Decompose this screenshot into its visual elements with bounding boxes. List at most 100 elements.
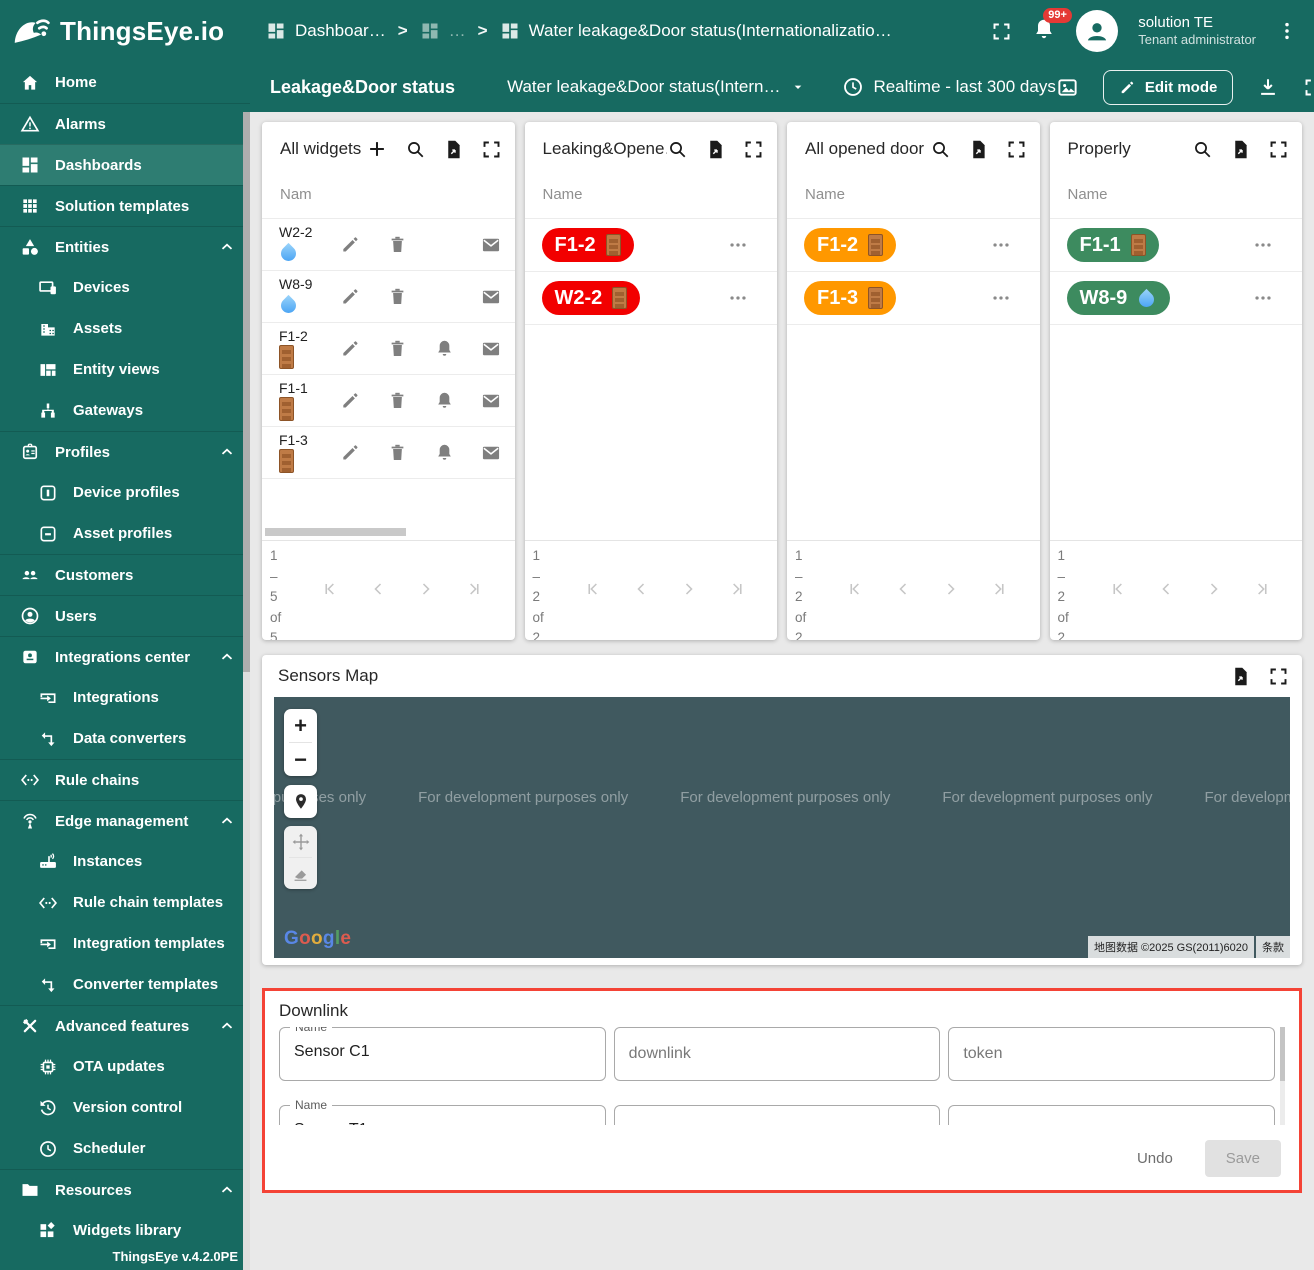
notifications-button[interactable]: 99+	[1032, 17, 1056, 46]
name-field[interactable]: Name Sensor C1	[279, 1027, 606, 1081]
map-canvas[interactable]: For development purposes onlyFor develop…	[274, 697, 1290, 958]
entity-pill[interactable]: W2-2	[542, 281, 641, 315]
entity-pill[interactable]: F1-3	[804, 281, 896, 315]
sidebar-item-devices[interactable]: Devices	[0, 267, 250, 308]
fullscreen-icon[interactable]	[1268, 139, 1289, 160]
sidebar-item-integrations-center[interactable]: Integrations center	[0, 636, 250, 677]
app-logo[interactable]: ThingsEye.io	[0, 14, 248, 48]
row-menu-icon[interactable]	[1252, 234, 1274, 256]
export-icon[interactable]	[1230, 666, 1251, 687]
user-info[interactable]: solution TE Tenant administrator	[1138, 13, 1256, 49]
save-button[interactable]: Save	[1205, 1140, 1281, 1177]
search-icon[interactable]	[405, 138, 426, 160]
kebab-menu-icon[interactable]	[1276, 20, 1298, 42]
search-icon[interactable]	[930, 139, 951, 160]
entity-pill[interactable]: F1-1	[1067, 228, 1159, 262]
fullscreen-icon[interactable]	[1268, 666, 1289, 687]
edit-icon[interactable]	[340, 442, 361, 464]
name-field-2[interactable]: Name Sensor T1	[279, 1105, 606, 1125]
sidebar-item-alarms[interactable]: Alarms	[0, 103, 250, 144]
sidebar-item-users[interactable]: Users	[0, 595, 250, 636]
last-page-button[interactable]	[727, 579, 747, 599]
sidebar-item-customers[interactable]: Customers	[0, 554, 250, 595]
sidebar-item-scheduler[interactable]: Scheduler	[0, 1128, 250, 1169]
sidebar-item-solution-templates[interactable]: Solution templates	[0, 185, 250, 226]
bell-icon[interactable]	[434, 390, 455, 412]
image-icon[interactable]	[1056, 76, 1079, 99]
sidebar-item-ota-updates[interactable]: OTA updates	[0, 1046, 250, 1087]
breadcrumb-item-0[interactable]: Dashboar…	[266, 21, 386, 41]
sidebar-item-edge-management[interactable]: Edge management	[0, 800, 250, 841]
search-icon[interactable]	[667, 139, 688, 160]
delete-icon[interactable]	[387, 234, 408, 256]
toolbar-fullscreen-icon[interactable]	[1303, 77, 1314, 98]
edit-icon[interactable]	[340, 338, 361, 360]
sidebar-item-rule-chains[interactable]: Rule chains	[0, 759, 250, 800]
first-page-button[interactable]	[1108, 579, 1128, 599]
entity-pill[interactable]: F1-2	[542, 228, 634, 262]
dashboard-select[interactable]: Water leakage&Door status(Intern…	[507, 77, 806, 97]
email-icon[interactable]	[480, 286, 502, 308]
edit-icon[interactable]	[340, 390, 361, 412]
downlink-widget[interactable]: Downlink Name Sensor C1 downlink token N…	[262, 988, 1302, 1193]
sidebar-item-assets[interactable]: Assets	[0, 308, 250, 349]
export-icon[interactable]	[705, 139, 726, 160]
sidebar-item-widgets-library[interactable]: Widgets library	[0, 1210, 250, 1251]
delete-icon[interactable]	[387, 286, 408, 308]
edit-icon[interactable]	[340, 234, 361, 256]
delete-icon[interactable]	[387, 442, 408, 464]
next-page-button[interactable]	[941, 579, 961, 599]
last-page-button[interactable]	[989, 579, 1009, 599]
sidebar-item-device-profiles[interactable]: Device profiles	[0, 472, 250, 513]
zoom-in-button[interactable]: +	[284, 709, 317, 742]
row-menu-icon[interactable]	[990, 287, 1012, 309]
add-marker-button[interactable]	[284, 785, 317, 818]
previous-page-button[interactable]	[893, 579, 913, 599]
sidebar-item-version-control[interactable]: Version control	[0, 1087, 250, 1128]
downlink-field[interactable]: downlink	[614, 1027, 941, 1081]
sidebar-item-integration-templates[interactable]: Integration templates	[0, 923, 250, 964]
row-menu-icon[interactable]	[727, 287, 749, 309]
email-icon[interactable]	[480, 234, 502, 256]
search-icon[interactable]	[1192, 139, 1213, 160]
last-page-button[interactable]	[464, 579, 484, 599]
sidebar-scrollbar[interactable]	[243, 112, 250, 1270]
previous-page-button[interactable]	[631, 579, 651, 599]
sidebar-item-converter-templates[interactable]: Converter templates	[0, 964, 250, 1005]
next-page-button[interactable]	[679, 579, 699, 599]
sidebar-item-integrations[interactable]: Integrations	[0, 677, 250, 718]
export-icon[interactable]	[1230, 139, 1251, 160]
move-tool-button[interactable]	[284, 826, 317, 857]
first-page-button[interactable]	[845, 579, 865, 599]
breadcrumb-item-1[interactable]: …	[420, 21, 466, 41]
bell-icon[interactable]	[434, 338, 455, 360]
zoom-out-button[interactable]: −	[284, 743, 317, 776]
row-menu-icon[interactable]	[1252, 287, 1274, 309]
add-icon[interactable]	[366, 138, 388, 160]
fullscreen-icon[interactable]	[743, 139, 764, 160]
downlink-field-2[interactable]	[614, 1105, 941, 1125]
edit-icon[interactable]	[340, 286, 361, 308]
sidebar-item-instances[interactable]: Instances	[0, 841, 250, 882]
avatar[interactable]	[1076, 10, 1118, 52]
previous-page-button[interactable]	[1156, 579, 1176, 599]
header-fullscreen-icon[interactable]	[991, 21, 1012, 42]
email-icon[interactable]	[480, 390, 502, 412]
sidebar-item-profiles[interactable]: Profiles	[0, 431, 250, 472]
bell-icon[interactable]	[434, 442, 455, 464]
sidebar-item-rule-chain-templates[interactable]: Rule chain templates	[0, 882, 250, 923]
horizontal-scrollbar[interactable]	[265, 528, 406, 536]
token-field[interactable]: token	[948, 1027, 1275, 1081]
sidebar-item-entities[interactable]: Entities	[0, 226, 250, 267]
next-page-button[interactable]	[416, 579, 436, 599]
sidebar-item-resources[interactable]: Resources	[0, 1169, 250, 1210]
sidebar-item-dashboards[interactable]: Dashboards	[0, 144, 250, 185]
first-page-button[interactable]	[583, 579, 603, 599]
entity-pill[interactable]: W8-9	[1067, 281, 1171, 315]
sidebar-item-entity-views[interactable]: Entity views	[0, 349, 250, 390]
sidebar-item-asset-profiles[interactable]: Asset profiles	[0, 513, 250, 554]
email-icon[interactable]	[480, 442, 502, 464]
download-icon[interactable]	[1257, 76, 1279, 98]
eraser-tool-button[interactable]	[284, 858, 317, 889]
edit-mode-button[interactable]: Edit mode	[1103, 70, 1234, 105]
